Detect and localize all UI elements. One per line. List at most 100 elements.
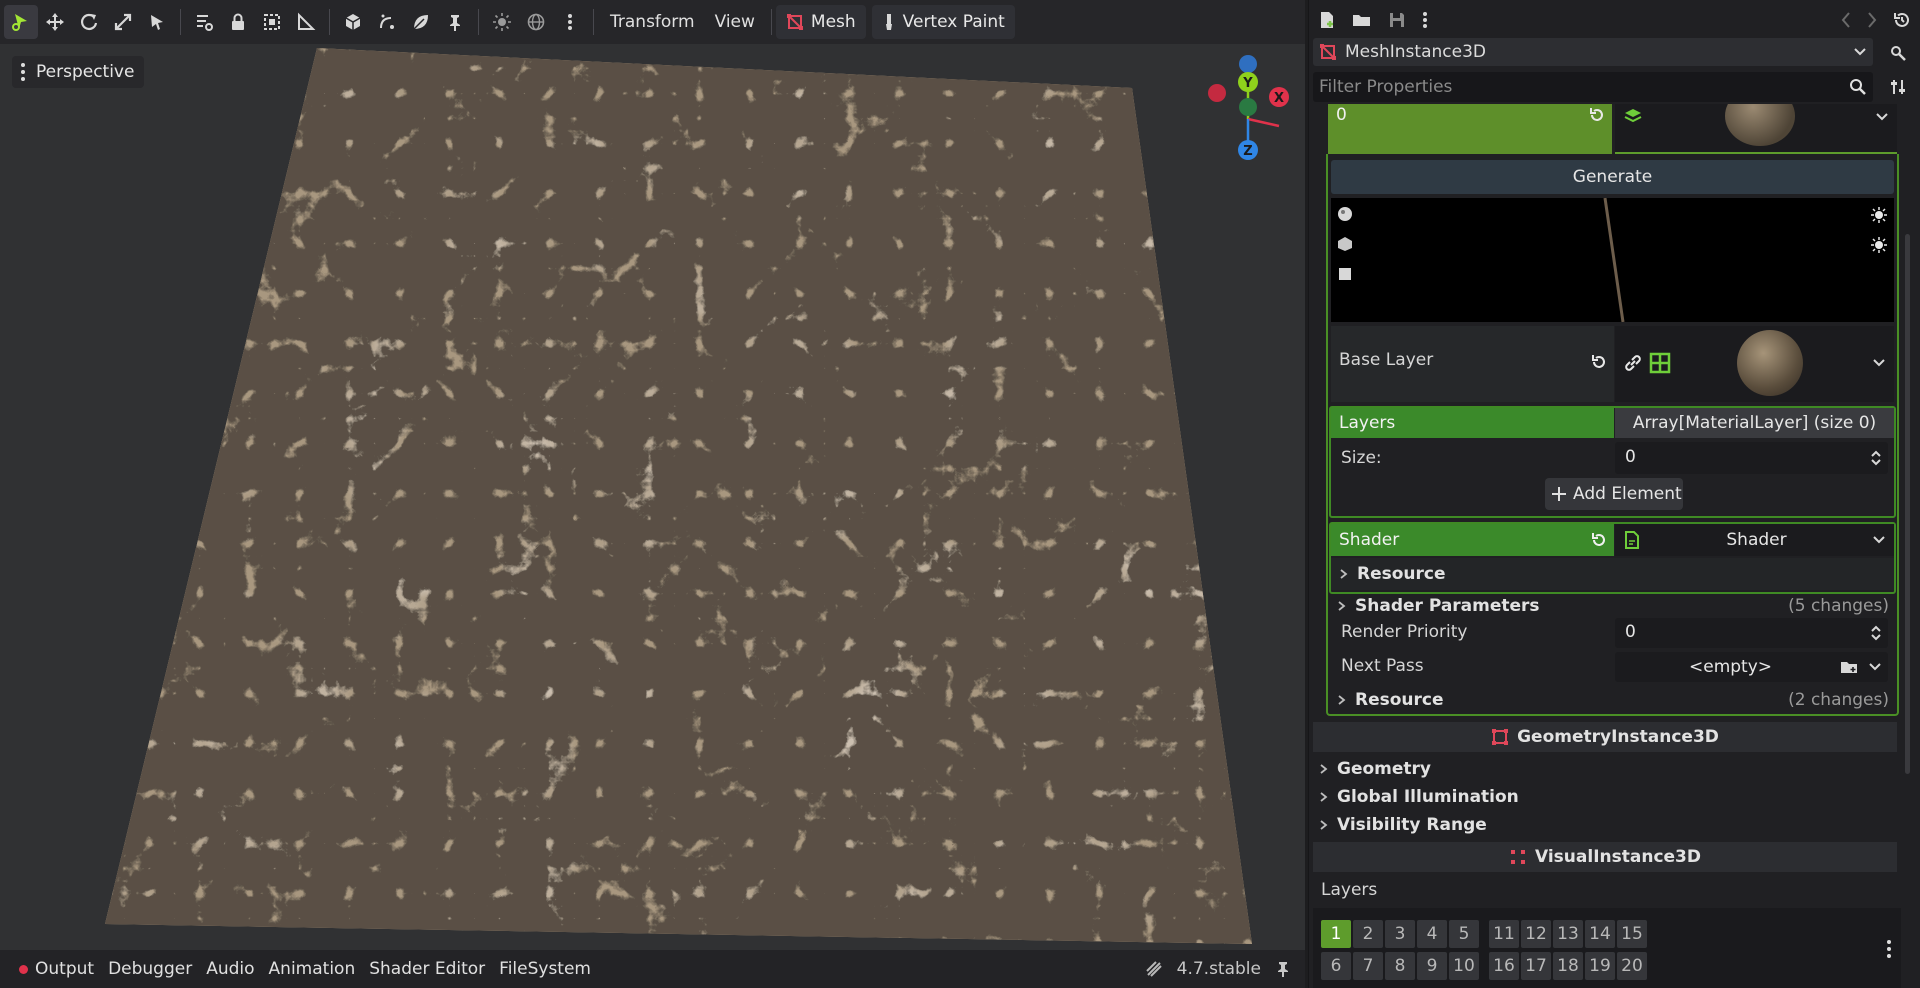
local-space-button[interactable] [336, 5, 370, 39]
more-options-button[interactable] [553, 5, 587, 39]
transform-menu[interactable]: Transform [600, 5, 705, 39]
filesystem-tab[interactable]: FileSystem [492, 959, 598, 979]
animation-tab[interactable]: Animation [262, 959, 363, 979]
snap-button[interactable] [370, 5, 404, 39]
quad-preview-icon[interactable] [1337, 266, 1353, 282]
generate-button[interactable]: Generate [1331, 160, 1894, 194]
audio-tab[interactable]: Audio [199, 959, 261, 979]
geometry-label: Geometry [1337, 759, 1431, 779]
save-icon[interactable] [1387, 10, 1407, 30]
vertex-paint-menu[interactable]: Vertex Paint [871, 5, 1015, 39]
preview-plane-edge [1603, 198, 1625, 322]
gizmo-neg-x[interactable] [1208, 84, 1226, 102]
light-1-toggle-icon[interactable] [1870, 206, 1888, 224]
history-forward-icon[interactable] [1866, 10, 1878, 30]
render-priority-spinbox[interactable]: 0 [1615, 618, 1888, 648]
size-spinbox[interactable]: 0 [1615, 442, 1888, 474]
material-index-field[interactable]: 0 [1328, 104, 1612, 154]
group-icon [264, 14, 280, 30]
lock-button[interactable] [221, 5, 255, 39]
layer-cell-6[interactable]: 6 [1321, 952, 1351, 980]
gizmo-neg-y[interactable] [1239, 55, 1257, 73]
layer-cell-8[interactable]: 8 [1385, 952, 1415, 980]
rotate-mode-button[interactable] [72, 5, 106, 39]
sun-preview-button[interactable] [485, 5, 519, 39]
sphere-preview-icon[interactable] [1337, 206, 1353, 222]
layer-cell-13[interactable]: 13 [1553, 920, 1583, 948]
output-tab-label: Output [35, 959, 95, 979]
next-pass-picker[interactable]: <empty> [1615, 652, 1888, 682]
ruler-button[interactable] [289, 5, 323, 39]
filter-properties-input[interactable]: Filter Properties [1313, 72, 1873, 102]
layers-array-button[interactable]: Array[MaterialLayer] (size 0) [1615, 408, 1894, 438]
settings-sliders-icon[interactable] [1889, 78, 1907, 96]
light-2-toggle-icon[interactable] [1870, 236, 1888, 254]
visual-instance-header: VisualInstance3D [1313, 842, 1897, 872]
history-icon[interactable] [1892, 10, 1912, 30]
pin-icon[interactable] [1275, 960, 1291, 978]
visibility-range-section[interactable]: Visibility Range [1319, 812, 1895, 838]
select-mode-button[interactable] [4, 5, 38, 39]
layer-cell-19[interactable]: 19 [1585, 952, 1615, 980]
open-folder-icon[interactable] [1351, 10, 1373, 30]
layer-cell-18[interactable]: 18 [1553, 952, 1583, 980]
shader-resource-section[interactable]: Resource [1331, 558, 1894, 590]
ruler-list-button[interactable] [187, 5, 221, 39]
layer-cell-2[interactable]: 2 [1353, 920, 1383, 948]
material-resource-section[interactable]: Resource (2 changes) [1337, 686, 1895, 714]
global-illumination-section[interactable]: Global Illumination [1319, 784, 1895, 810]
layer-cell-15[interactable]: 15 [1617, 920, 1647, 948]
geometry-section[interactable]: Geometry [1319, 756, 1895, 782]
chevron-right-icon [1320, 820, 1328, 830]
debugger-tab[interactable]: Debugger [101, 959, 199, 979]
layer-cell-4[interactable]: 4 [1417, 920, 1447, 948]
shader-editor-tab[interactable]: Shader Editor [362, 959, 492, 979]
orientation-gizmo[interactable]: Y X Z [1183, 54, 1293, 164]
box-preview-icon[interactable] [1337, 236, 1353, 252]
render-priority-label: Render Priority [1341, 622, 1468, 642]
history-back-icon[interactable] [1840, 10, 1852, 30]
3d-viewport[interactable]: Perspective Y X Z [0, 44, 1305, 950]
group-button[interactable] [255, 5, 289, 39]
revert-icon[interactable] [1590, 531, 1608, 549]
output-tab[interactable]: Output [12, 959, 101, 979]
revert-icon[interactable] [1590, 353, 1608, 371]
transform-dialog-button[interactable] [404, 5, 438, 39]
layer-cell-3[interactable]: 3 [1385, 920, 1415, 948]
layer-cell-11[interactable]: 11 [1489, 920, 1519, 948]
base-layer-resource-picker[interactable] [1615, 326, 1894, 402]
view-menu[interactable]: View [705, 5, 765, 39]
revert-icon[interactable] [1588, 106, 1606, 124]
new-resource-icon[interactable] [1317, 10, 1337, 30]
snap-icon [380, 14, 394, 29]
shader-resource-picker[interactable]: Shader [1615, 524, 1894, 556]
globe-icon [527, 13, 545, 31]
shader-parameters-section[interactable]: Shader Parameters (5 changes) [1337, 592, 1895, 620]
layer-cell-17[interactable]: 17 [1521, 952, 1551, 980]
environment-preview-button[interactable] [519, 5, 553, 39]
load-folder-icon[interactable] [1840, 658, 1860, 676]
scale-mode-button[interactable] [106, 5, 140, 39]
add-element-button[interactable]: Add Element [1545, 478, 1683, 510]
link-icon[interactable] [1623, 353, 1643, 373]
mesh-menu[interactable]: Mesh [775, 5, 866, 39]
inspector-scrollbar[interactable] [1905, 234, 1910, 774]
layer-cell-12[interactable]: 12 [1521, 920, 1551, 948]
layer-cell-14[interactable]: 14 [1585, 920, 1615, 948]
layer-cell-16[interactable]: 16 [1489, 952, 1519, 980]
perspective-menu-button[interactable]: Perspective [12, 56, 145, 88]
object-properties-icon[interactable] [1889, 44, 1907, 62]
kebab-icon[interactable] [1421, 10, 1429, 30]
layer-cell-9[interactable]: 9 [1417, 952, 1447, 980]
object-selector[interactable]: MeshInstance3D [1313, 38, 1873, 66]
list-select-button[interactable] [140, 5, 174, 39]
material-resource-picker[interactable] [1615, 104, 1897, 154]
layer-cell-5[interactable]: 5 [1449, 920, 1479, 948]
layer-cell-20[interactable]: 20 [1617, 952, 1647, 980]
move-mode-button[interactable] [38, 5, 72, 39]
kebab-icon[interactable] [1885, 938, 1893, 960]
pin-button[interactable] [438, 5, 472, 39]
layer-cell-10[interactable]: 10 [1449, 952, 1479, 980]
layer-cell-1[interactable]: 1 [1321, 920, 1351, 948]
layer-cell-7[interactable]: 7 [1353, 952, 1383, 980]
